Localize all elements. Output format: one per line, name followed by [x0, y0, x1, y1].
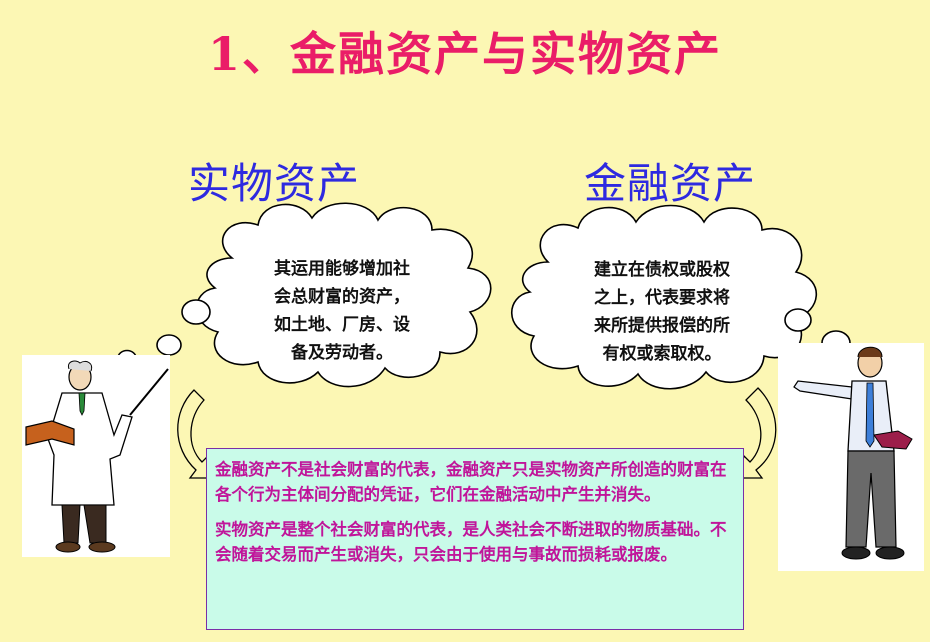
financial-asset-note: 金融资产不是社会财富的代表，金融资产只是实物资产所创造的财富在各个行为主体间分配… [215, 460, 727, 504]
left-cloud-line: 备及劳动者。 [291, 343, 393, 363]
comparison-box: 金融资产不是社会财富的代表，金融资产只是实物资产所创造的财富在各个行为主体间分配… [206, 448, 744, 630]
businessman-pointing-icon [778, 343, 924, 571]
financial-asset-definition: 建立在债权或股权 之上，代表要求将 来所提供报偿的所 有权或索取权。 [537, 256, 787, 368]
left-cloud-line: 其运用能够增加社 [274, 259, 410, 279]
right-cloud-line: 有权或索取权。 [602, 344, 722, 364]
professor-pointing-icon [22, 355, 170, 557]
left-cloud-line: 如土地、厂房、设 [274, 315, 410, 335]
real-asset-definition: 其运用能够增加社 会总财富的资产， 如土地、厂房、设 备及劳动者。 [222, 255, 462, 367]
real-asset-note: 实物资产是整个社会财富的代表，是人类社会不断进取的物质基础。不会随着交易而产生或… [215, 520, 727, 564]
right-cloud-line: 来所提供报偿的所 [594, 316, 730, 336]
left-cloud-line: 会总财富的资产， [274, 287, 410, 307]
right-cloud-line: 之上，代表要求将 [594, 288, 730, 308]
right-cloud-line: 建立在债权或股权 [594, 260, 730, 280]
